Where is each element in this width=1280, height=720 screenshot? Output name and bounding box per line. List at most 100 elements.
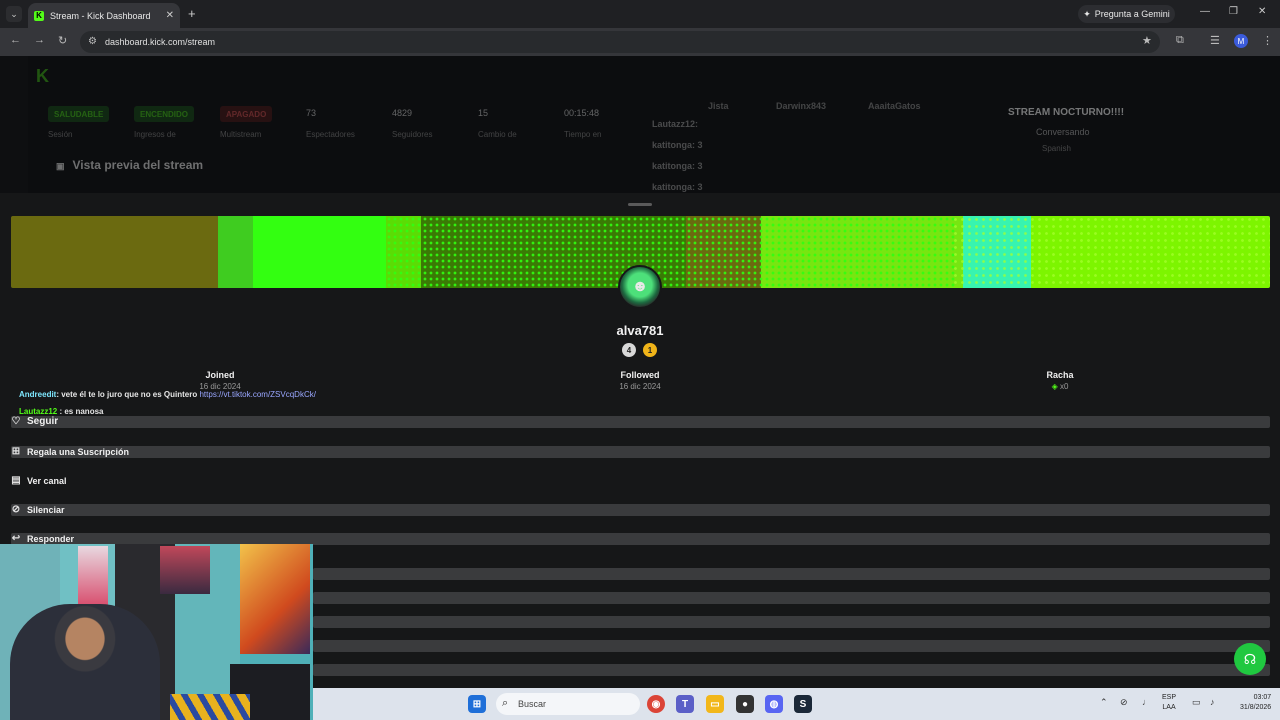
- chat-text: : vete él te lo juro que no es Quintero: [56, 390, 200, 399]
- streak-label: Racha: [1046, 370, 1074, 380]
- close-tab-icon[interactable]: ✕: [166, 10, 174, 21]
- discord-icon[interactable]: ◍: [765, 695, 783, 713]
- revenue-status-pill: ENCENDIDO: [134, 106, 195, 122]
- channel-icon: ▤: [11, 475, 21, 486]
- lang-top: ESP: [1162, 694, 1177, 701]
- revenue-label: Ingresos de: [134, 130, 176, 139]
- uptime-label: Tiempo en: [564, 130, 602, 139]
- streak-icon: ◈: [1051, 382, 1058, 391]
- clock-time: 03:07: [1253, 694, 1272, 701]
- clock-date: 31/8/2026: [1240, 704, 1272, 711]
- change-label: Cambio de: [478, 130, 517, 139]
- chat-username[interactable]: Andreedit: [19, 390, 56, 399]
- reload-icon[interactable]: ↻: [58, 34, 67, 47]
- user-avatar: ☻: [618, 265, 662, 309]
- browser-tab[interactable]: K Stream - Kick Dashboard ✕: [28, 3, 180, 28]
- taskbar-search[interactable]: ⌕ Buscar: [496, 693, 640, 715]
- gift-sub-button[interactable]: ⊞ Regala una Suscripción: [11, 446, 129, 457]
- badge-1: 4: [622, 343, 636, 357]
- teams-icon[interactable]: T: [676, 695, 694, 713]
- follow-button[interactable]: ♡ Seguir: [11, 416, 59, 427]
- dash-chat-line: Lautazz12:: [652, 119, 699, 129]
- taskbar-clock[interactable]: 03:07 31/8/2026: [1240, 693, 1271, 713]
- placeholder-bar: [313, 640, 1270, 652]
- stream-category: Conversando: [1036, 127, 1090, 137]
- streak-value: x0: [1059, 382, 1069, 391]
- minimize-icon[interactable]: —: [1200, 6, 1210, 17]
- joined-label: Joined: [205, 370, 235, 380]
- bookmark-star-icon[interactable]: ★: [1142, 34, 1152, 47]
- mute-label: Silenciar: [27, 504, 65, 515]
- joined-info: Joined 16 dic 2024: [140, 370, 300, 391]
- reply-label: Responder: [27, 533, 75, 544]
- view-channel-label: Ver canal: [27, 475, 67, 486]
- chat-message: Lautazz12 : es nanosa: [19, 407, 103, 416]
- mute-button[interactable]: ⊘ Silenciar: [11, 504, 65, 515]
- placeholder-bar: [313, 616, 1270, 628]
- follow-label: Seguir: [27, 416, 59, 427]
- chat-link[interactable]: https://vt.tiktok.com/ZSVcqDkCk/: [199, 390, 315, 399]
- restore-icon[interactable]: ❐: [1229, 6, 1238, 17]
- drag-handle[interactable]: [628, 203, 652, 206]
- address-bar[interactable]: ⚙ dashboard.kick.com/stream: [80, 31, 1160, 53]
- tab-search-button[interactable]: ⌄: [6, 6, 22, 22]
- reply-button[interactable]: ↩ Responder: [11, 533, 74, 544]
- uptime-value: 00:15:48: [564, 108, 600, 118]
- network-icon[interactable]: ⊘: [1120, 697, 1128, 708]
- app-icon[interactable]: ●: [736, 695, 754, 713]
- menu-dots-icon[interactable]: ⋮: [1262, 34, 1273, 47]
- steam-icon[interactable]: S: [794, 695, 812, 713]
- heart-icon: ♡: [11, 416, 21, 427]
- chat-username[interactable]: Lautazz12: [19, 407, 57, 416]
- banner-pattern: [952, 216, 1270, 288]
- microphone-icon[interactable]: ♩: [1142, 697, 1151, 707]
- banner-pattern: [386, 216, 956, 288]
- dash-chat-line: katitonga: 3: [652, 161, 703, 171]
- profile-avatar[interactable]: M: [1234, 34, 1248, 48]
- gemini-label: Pregunta a Gemini: [1094, 9, 1170, 19]
- forward-icon[interactable]: →: [34, 34, 45, 46]
- gemini-button[interactable]: ✦ Pregunta a Gemini: [1078, 5, 1175, 23]
- file-explorer-icon[interactable]: ▭: [706, 695, 724, 713]
- webcam-table: [170, 694, 250, 720]
- webcam-overlay: [0, 544, 313, 720]
- new-tab-button[interactable]: +: [188, 6, 196, 21]
- sparkle-icon: ✦: [1083, 8, 1091, 19]
- dash-chat-line: katitonga: 3: [652, 182, 703, 192]
- preview-title-text: Vista previa del stream: [72, 158, 204, 172]
- streak-info: Racha ◈ x0: [980, 370, 1140, 391]
- site-info-icon[interactable]: ⚙: [88, 36, 97, 47]
- view-channel-button[interactable]: ▤ Ver canal: [11, 475, 67, 486]
- chrome-icon[interactable]: ◉: [647, 695, 665, 713]
- followers-count: 4829: [392, 108, 413, 118]
- kick-favicon-icon: K: [34, 10, 44, 21]
- media-icon[interactable]: ☰: [1210, 34, 1220, 47]
- display-icon[interactable]: ▭: [1192, 697, 1201, 708]
- start-icon[interactable]: ⊞: [468, 695, 486, 713]
- url-text: dashboard.kick.com/stream: [105, 37, 216, 47]
- gift-icon: ⊞: [11, 446, 21, 457]
- preview-icon: ▣: [56, 161, 65, 171]
- stream-language: Spanish: [1042, 144, 1071, 153]
- webcam-person: [10, 604, 160, 720]
- tray-chevron-icon[interactable]: ⌃: [1100, 697, 1108, 708]
- back-icon[interactable]: ←: [10, 34, 21, 46]
- volume-icon[interactable]: ♪: [1210, 697, 1215, 707]
- extensions-icon[interactable]: ⧉: [1176, 34, 1184, 47]
- headset-icon: ☊: [1243, 650, 1257, 667]
- followed-label: Followed: [620, 370, 660, 380]
- followed-info: Followed 16 dic 2024: [560, 370, 720, 391]
- close-window-icon[interactable]: ✕: [1258, 6, 1266, 17]
- top-user-2: Darwinx843: [776, 101, 827, 111]
- badge-2: 1: [643, 343, 657, 357]
- gift-sub-label: Regala una Suscripción: [27, 446, 130, 457]
- dash-chat-line: katitonga: 3: [652, 140, 703, 150]
- stream-preview-title: ▣ Vista previa del stream: [56, 158, 203, 172]
- follow-button-bg: [11, 416, 1270, 428]
- support-chat-button[interactable]: ☊: [1234, 643, 1266, 675]
- kick-logo: K: [36, 66, 49, 86]
- username: alva781: [616, 323, 664, 338]
- tab-title: Stream - Kick Dashboard: [50, 10, 151, 21]
- viewers-label: Espectadores: [306, 130, 355, 139]
- language-indicator[interactable]: ESP LAA: [1162, 693, 1176, 713]
